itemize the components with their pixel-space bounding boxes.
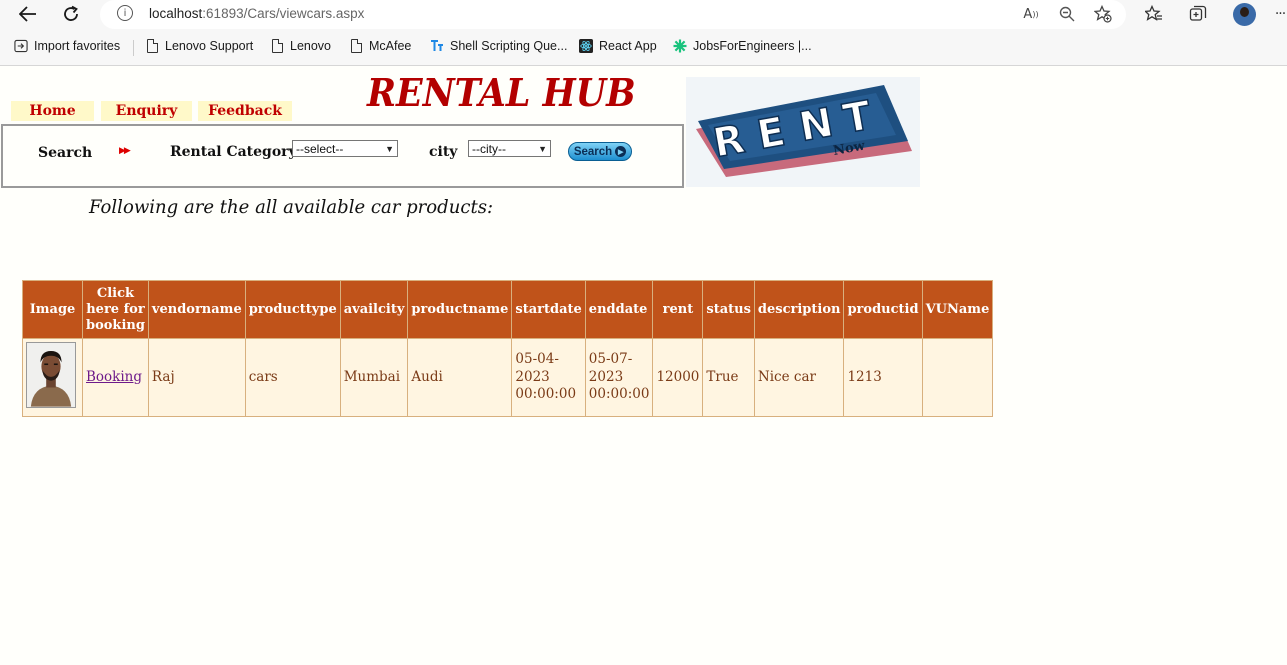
cell-status: True xyxy=(702,338,755,417)
cell-productid: 1213 xyxy=(843,338,923,417)
collections-icon[interactable] xyxy=(1188,4,1208,24)
import-favorites-icon xyxy=(14,38,28,54)
col-startdate: startdate xyxy=(511,280,586,339)
table-header-row: Image Click here for booking vendorname … xyxy=(22,280,994,339)
url-path: :61893/Cars/viewcars.aspx xyxy=(202,6,365,21)
cell-rent: 12000 xyxy=(652,338,704,417)
col-description: description xyxy=(753,280,845,339)
intro-text: Following are the all available car prod… xyxy=(89,196,494,218)
url-text[interactable]: localhost:61893/Cars/viewcars.aspx xyxy=(149,6,364,21)
products-table: Image Click here for booking vendorname … xyxy=(22,280,994,417)
col-image: Image xyxy=(22,280,83,339)
url-host: localhost xyxy=(149,6,203,21)
cell-productname: Audi xyxy=(407,338,513,417)
favorite-lenovo-support[interactable]: Lenovo Support xyxy=(145,38,253,54)
search-label: Search xyxy=(38,145,93,161)
col-booking-line: booking xyxy=(86,317,145,333)
search-button[interactable]: Search ▶ xyxy=(568,142,632,161)
refresh-icon[interactable] xyxy=(60,3,82,25)
favorite-lenovo[interactable]: Lenovo xyxy=(270,38,331,54)
search-panel: Search ▶▶ Rental Category --select-- ▼ c… xyxy=(1,124,684,188)
cell-enddate: 05-07- 2023 00:00:00 xyxy=(584,338,654,417)
rental-category-label: Rental Category xyxy=(170,144,297,160)
shell-scripting-icon xyxy=(430,38,444,54)
col-booking-line: here for xyxy=(86,301,145,317)
back-arrow-icon[interactable] xyxy=(17,3,39,25)
site-title: RENTAL HUB xyxy=(367,70,636,115)
profile-avatar-icon[interactable] xyxy=(1233,3,1256,26)
enddate-line: 05-07- xyxy=(588,351,633,368)
enddate-line: 2023 xyxy=(588,368,624,385)
site-info-icon[interactable]: i xyxy=(117,5,133,21)
favorite-mcafee[interactable]: McAfee xyxy=(349,38,411,54)
cell-vuname xyxy=(921,338,994,417)
favorite-label: Lenovo xyxy=(290,39,332,53)
col-availcity: availcity xyxy=(339,280,409,339)
zoom-out-icon[interactable] xyxy=(1058,5,1076,23)
chevron-down-icon: ▼ xyxy=(385,143,394,154)
arrow-right-icon: ▶ xyxy=(615,146,627,157)
col-booking: Click here for booking xyxy=(82,280,149,339)
favorite-label: Shell Scripting Que... xyxy=(450,39,568,53)
chevron-down-icon: ▼ xyxy=(538,143,547,154)
react-icon xyxy=(579,38,593,54)
page-icon xyxy=(270,38,284,54)
product-image xyxy=(26,341,76,408)
cell-image xyxy=(22,338,83,417)
cell-booking: Booking xyxy=(82,338,149,417)
menu-feedback[interactable]: Feedback xyxy=(198,101,292,121)
browser-chrome: i localhost:61893/Cars/viewcars.aspx A))… xyxy=(0,0,1287,66)
page-icon xyxy=(145,38,159,54)
cell-availcity: Mumbai xyxy=(339,338,409,417)
col-productname: productname xyxy=(407,280,513,339)
col-status: status xyxy=(702,280,755,339)
rental-category-value: --select-- xyxy=(296,141,344,156)
double-arrow-icon: ▶▶ xyxy=(119,146,131,156)
table-row: Booking Raj cars Mumbai Audi 05-04- 2023… xyxy=(22,338,994,417)
search-button-label: Search xyxy=(573,145,613,158)
rental-category-select[interactable]: --select-- ▼ xyxy=(292,140,398,157)
booking-link[interactable]: Booking xyxy=(86,369,142,385)
address-bar[interactable]: i localhost:61893/Cars/viewcars.aspx A)) xyxy=(100,0,1126,29)
cell-description: Nice car xyxy=(753,338,845,417)
cell-vendorname: Raj xyxy=(147,338,246,417)
enddate-line: 00:00:00 xyxy=(588,386,650,403)
city-label: city xyxy=(429,144,458,160)
cell-producttype: cars xyxy=(244,338,341,417)
more-options-icon[interactable]: ··· xyxy=(1270,4,1287,24)
cell-startdate: 05-04- 2023 00:00:00 xyxy=(511,338,586,417)
favorite-jobs-for-engineers[interactable]: JobsForEngineers |... xyxy=(673,38,812,54)
jobs-icon xyxy=(673,38,687,54)
col-vuname: VUName xyxy=(921,280,994,339)
startdate-line: 05-04- xyxy=(515,351,559,368)
favorite-shell-scripting[interactable]: Shell Scripting Que... xyxy=(430,38,567,54)
favorites-bar: Import favorites Lenovo Support Lenovo M… xyxy=(0,35,1287,59)
col-producttype: producttype xyxy=(244,280,341,339)
favorites-icon[interactable] xyxy=(1144,4,1164,24)
menu-home[interactable]: Home xyxy=(11,101,94,121)
startdate-line: 2023 xyxy=(515,368,550,385)
col-vendorname: vendorname xyxy=(147,280,246,339)
col-productid: productid xyxy=(843,280,923,339)
rent-now-logo: R E N T Now xyxy=(686,77,920,187)
city-select[interactable]: --city-- ▼ xyxy=(468,140,551,157)
city-value: --city-- xyxy=(472,141,506,156)
col-enddate: enddate xyxy=(584,280,654,339)
page-icon xyxy=(349,38,363,54)
favorite-label: Import favorites xyxy=(34,39,121,53)
col-rent: rent xyxy=(652,280,704,339)
read-aloud-icon[interactable]: A)) xyxy=(1022,5,1040,23)
favorites-divider xyxy=(133,40,134,56)
favorite-label: JobsForEngineers |... xyxy=(693,39,812,53)
add-favorite-icon[interactable] xyxy=(1094,5,1112,23)
favorite-label: McAfee xyxy=(369,39,412,53)
favorite-label: React App xyxy=(599,39,657,53)
favorite-label: Lenovo Support xyxy=(165,39,254,53)
favorite-react-app[interactable]: React App xyxy=(579,38,657,54)
favorite-import[interactable]: Import favorites xyxy=(14,38,120,54)
col-booking-line: Click xyxy=(96,285,135,301)
menu-enquiry[interactable]: Enquiry xyxy=(101,101,192,121)
startdate-line: 00:00:00 xyxy=(515,386,577,403)
